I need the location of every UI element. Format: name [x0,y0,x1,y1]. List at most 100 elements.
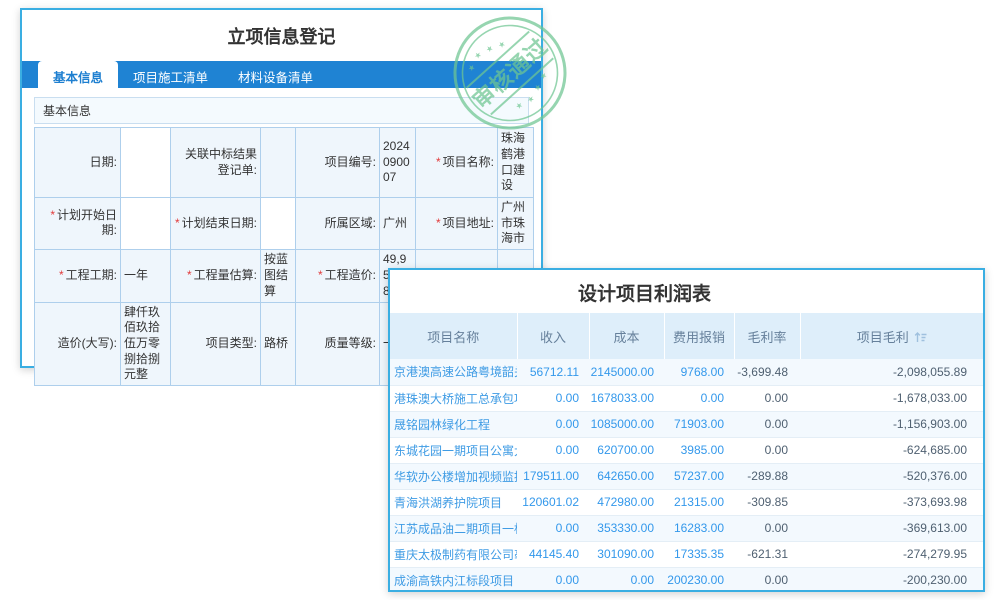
project-name-link[interactable]: 晟铭园林绿化工程 [390,411,517,437]
table-row: 京港澳高速公路粤境韶关至56712.112145000.009768.00-3,… [390,359,983,385]
margin-cell: -3,699.48 [734,359,800,385]
field-value[interactable] [261,198,296,250]
column-header-2[interactable]: 成本 [589,313,664,359]
column-header-1[interactable]: 收入 [517,313,589,359]
project-name-link[interactable]: 港珠澳大桥施工总承包项目 [390,385,517,411]
cost-cell: 301090.00 [589,541,664,567]
cost-cell: 353330.00 [589,515,664,541]
cost-cell: 0.00 [589,567,664,592]
field-label: *计划开始日期: [35,198,121,250]
income-cell: 0.00 [517,567,589,592]
cost-cell: 642650.00 [589,463,664,489]
margin-cell: -289.88 [734,463,800,489]
form-row: 日期: 关联中标结果登记单: 项目编号:2024090007*项目名称:珠海鹤港口建… [35,128,534,198]
field-label: 项目类型: [171,302,261,385]
field-value[interactable] [121,128,171,198]
field-label: 日期: [35,128,121,198]
table-row: 港珠澳大桥施工总承包项目0.001678033.000.000.00-1,678… [390,385,983,411]
income-cell: 56712.11 [517,359,589,385]
required-asterisk: * [50,208,55,222]
form-tab-2[interactable]: 材料设备清单 [223,61,328,88]
project-name-link[interactable]: 江苏成品油二期项目一标段 [390,515,517,541]
expense-cell: 71903.00 [664,411,734,437]
gross-profit-cell: -200,230.00 [800,567,983,592]
project-name-link[interactable]: 京港澳高速公路粤境韶关至 [390,359,517,385]
income-cell: 44145.40 [517,541,589,567]
field-value[interactable]: 广州 [380,198,416,250]
gross-profit-cell: -274,279.95 [800,541,983,567]
field-value[interactable]: 2024090007 [380,128,416,198]
field-label: *工程造价: [296,249,380,302]
expense-cell: 200230.00 [664,567,734,592]
project-name-link[interactable]: 成渝高铁内江标段项目 [390,567,517,592]
section-header: 基本信息 [34,97,529,124]
field-label: *计划结束日期: [171,198,261,250]
field-value[interactable]: 一年 [121,249,171,302]
profit-table: 项目名称收入成本费用报销毛利率项目毛利 京港澳高速公路粤境韶关至56712.11… [390,313,983,592]
income-cell: 0.00 [517,515,589,541]
field-value[interactable]: 珠海鹤港口建设 [498,128,534,198]
table-row: 华软办公楼增加视频监控项179511.00642650.0057237.00-2… [390,463,983,489]
profit-window: 设计项目利润表 项目名称收入成本费用报销毛利率项目毛利 京港澳高速公路粤境韶关至… [388,268,985,592]
form-title: 立项信息登记 [22,23,541,49]
project-name-link[interactable]: 华软办公楼增加视频监控项 [390,463,517,489]
project-name-link[interactable]: 青海洪湖养护院项目 [390,489,517,515]
cost-cell: 620700.00 [589,437,664,463]
table-row: 成渝高铁内江标段项目0.000.00200230.000.00-200,230.… [390,567,983,592]
required-asterisk: * [436,216,441,230]
form-tabbar: 基本信息项目施工清单材料设备清单 [22,61,541,88]
form-tab-0[interactable]: 基本信息 [38,61,118,88]
gross-profit-cell: -520,376.00 [800,463,983,489]
income-cell: 0.00 [517,411,589,437]
field-value[interactable]: 广州市珠海市 [498,198,534,250]
table-row: 青海洪湖养护院项目120601.02472980.0021315.00-309.… [390,489,983,515]
expense-cell: 0.00 [664,385,734,411]
margin-cell: 0.00 [734,385,800,411]
gross-profit-cell: -373,693.98 [800,489,983,515]
income-cell: 0.00 [517,437,589,463]
column-header-4[interactable]: 毛利率 [734,313,800,359]
gross-profit-cell: -2,098,055.89 [800,359,983,385]
column-header-5[interactable]: 项目毛利 [800,313,983,359]
required-asterisk: * [59,268,64,282]
field-value[interactable] [261,128,296,198]
table-row: 晟铭园林绿化工程0.001085000.0071903.000.00-1,156… [390,411,983,437]
required-asterisk: * [175,216,180,230]
field-value[interactable]: 按蓝图结算 [261,249,296,302]
column-header-3[interactable]: 费用报销 [664,313,734,359]
margin-cell: 0.00 [734,515,800,541]
field-label: 质量等级: [296,302,380,385]
form-tab-1[interactable]: 项目施工清单 [118,61,223,88]
table-row: 重庆太极制药有限公司亳州44145.40301090.0017335.35-62… [390,541,983,567]
cost-cell: 1085000.00 [589,411,664,437]
field-value[interactable] [121,198,171,250]
field-label: 关联中标结果登记单: [171,128,261,198]
field-label: 项目编号: [296,128,380,198]
expense-cell: 3985.00 [664,437,734,463]
desktop: 立项信息登记 基本信息项目施工清单材料设备清单 基本信息 日期:关联中标结果登记… [0,0,1000,600]
profit-title: 设计项目利润表 [388,279,941,306]
field-label: *项目名称: [416,128,498,198]
margin-cell: 0.00 [734,567,800,592]
gross-profit-cell: -369,613.00 [800,515,983,541]
field-label: 所属区域: [296,198,380,250]
field-label: *项目地址: [416,198,498,250]
margin-cell: 0.00 [734,437,800,463]
project-name-link[interactable]: 重庆太极制药有限公司亳州 [390,541,517,567]
project-name-link[interactable]: 东城花园一期项目公寓大堂 [390,437,517,463]
margin-cell: -621.31 [734,541,800,567]
cost-cell: 472980.00 [589,489,664,515]
column-header-0[interactable]: 项目名称 [390,313,517,359]
margin-cell: 0.00 [734,411,800,437]
svg-text:★: ★ [472,50,483,61]
sort-icon[interactable] [914,331,927,346]
income-cell: 0.00 [517,385,589,411]
table-row: 东城花园一期项目公寓大堂0.00620700.003985.000.00-624… [390,437,983,463]
required-asterisk: * [187,268,192,282]
field-label: 造价(大写): [35,302,121,385]
field-value[interactable]: 肆仟玖佰玖拾伍万零捌拾捌元整 [121,302,171,385]
expense-cell: 16283.00 [664,515,734,541]
form-row: *计划开始日期: *计划结束日期: 所属区域:广州*项目地址:广州市珠海市 [35,198,534,250]
required-asterisk: * [436,155,441,169]
field-value[interactable]: 路桥 [261,302,296,385]
